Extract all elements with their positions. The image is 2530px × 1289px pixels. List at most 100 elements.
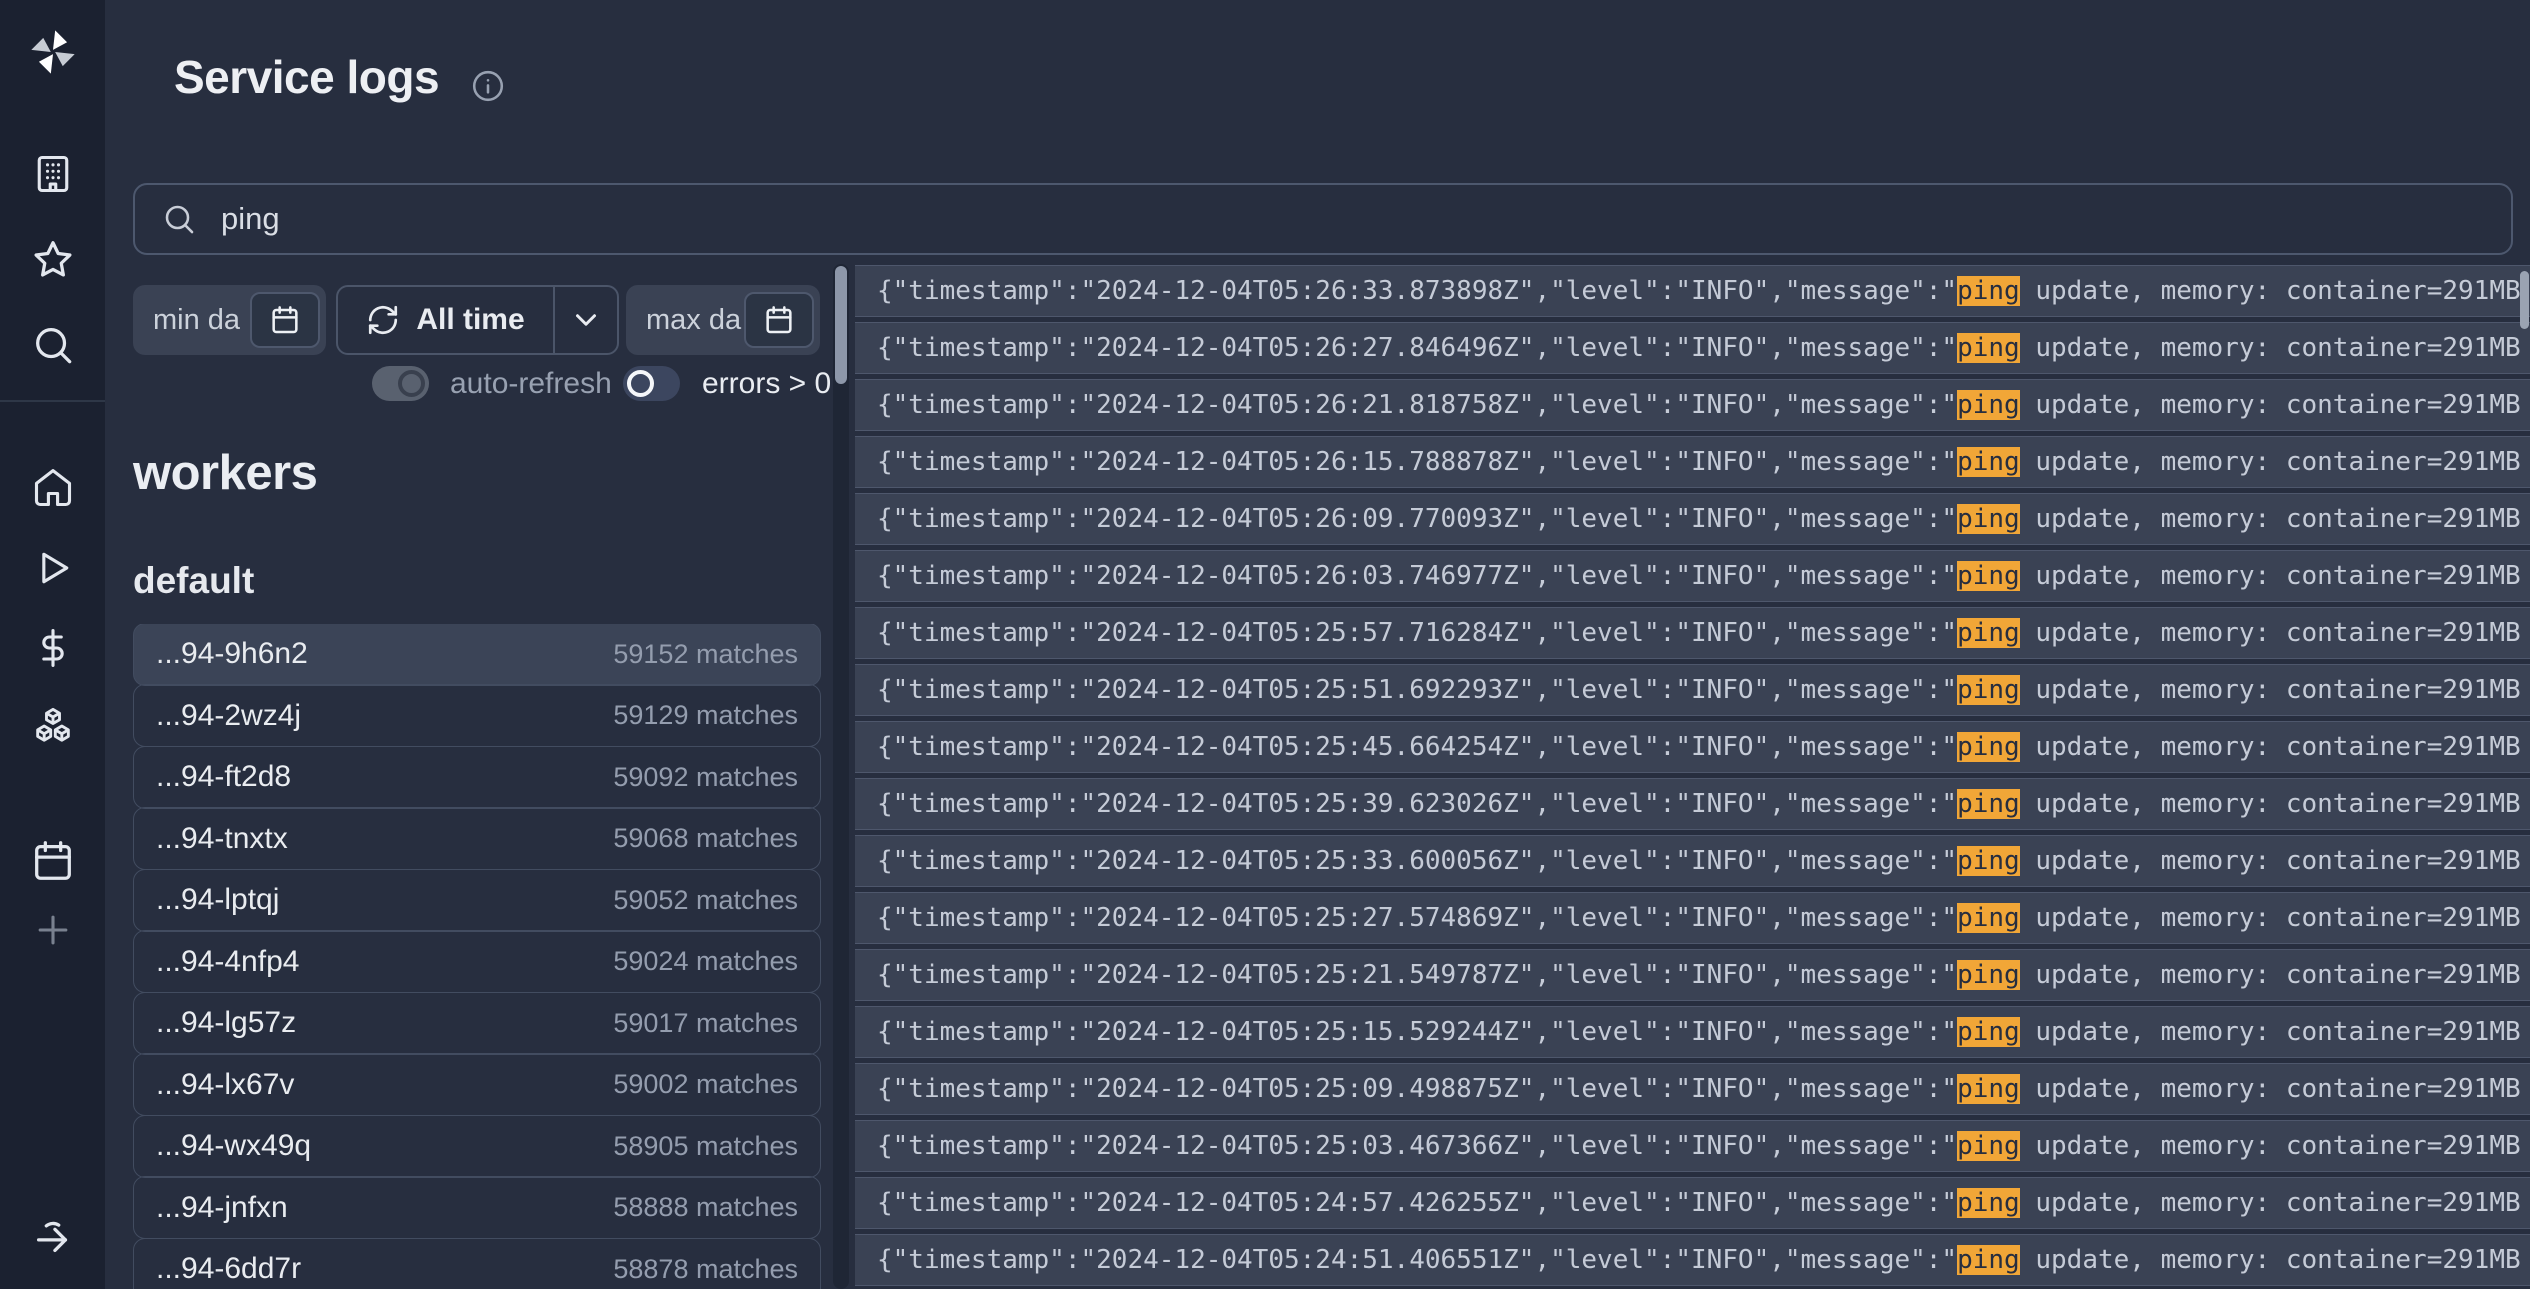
search-icon[interactable] [0,322,105,368]
add-plus-icon[interactable] [0,908,105,952]
runs-play-icon[interactable] [0,546,105,590]
worker-name: ...94-lg57z [156,1006,296,1040]
log-line-text: {"timestamp":"2024-12-04T05:25:15.529244… [877,1017,2521,1047]
log-line-text: {"timestamp":"2024-12-04T05:24:51.406551… [877,1245,2521,1275]
worker-row[interactable]: ...94-2wz4j59129 matches [133,684,821,747]
worker-row[interactable]: ...94-ft2d859092 matches [133,746,821,809]
worker-match-count: 59052 matches [613,885,798,916]
home-icon[interactable] [0,466,105,510]
log-line-text: {"timestamp":"2024-12-04T05:25:27.574869… [877,903,2521,933]
errors-toggle[interactable] [623,366,680,401]
info-icon[interactable] [470,68,506,104]
search-match-highlight: ping [1957,960,2020,990]
search-match-highlight: ping [1957,903,2020,933]
log-row[interactable]: {"timestamp":"2024-12-04T05:25:03.467366… [855,1120,2530,1172]
log-row[interactable]: {"timestamp":"2024-12-04T05:26:33.873898… [855,265,2530,317]
log-line-text: {"timestamp":"2024-12-04T05:25:03.467366… [877,1131,2521,1161]
search-match-highlight: ping [1957,1017,2020,1047]
worker-row[interactable]: ...94-4nfp4 59024 matches [133,930,821,993]
favorites-star-icon[interactable] [0,237,105,283]
log-row[interactable]: {"timestamp":"2024-12-04T05:25:51.692293… [855,664,2530,716]
worker-row[interactable]: ...94-jnfxn58888 matches [133,1176,821,1239]
expand-sidebar-arrow-icon[interactable] [0,1214,105,1260]
log-row[interactable]: {"timestamp":"2024-12-04T05:25:09.498875… [855,1063,2530,1115]
windmill-logo-icon[interactable] [0,26,105,78]
time-range-dropdown-button[interactable] [555,287,617,353]
worker-name: ...94-wx49q [156,1129,311,1163]
log-row[interactable]: {"timestamp":"2024-12-04T05:25:45.664254… [855,721,2530,773]
worker-row[interactable]: ...94-lx67v59002 matches [133,1053,821,1116]
worker-row[interactable]: ...94-wx49q 58905 matches [133,1115,821,1178]
log-row[interactable]: {"timestamp":"2024-12-04T05:25:57.716284… [855,607,2530,659]
min-date-input[interactable]: min da [133,285,326,355]
worker-name: ...94-4nfp4 [156,945,299,979]
window-scrollbar-thumb[interactable] [2520,271,2529,329]
max-date-calendar-button[interactable] [744,292,814,348]
log-scrollbar-thumb[interactable] [835,266,847,384]
worker-name: ...94-6dd7r [156,1252,301,1286]
worker-match-count: 58878 matches [613,1254,798,1285]
time-range-refresh-area[interactable]: All time [338,287,553,353]
min-date-placeholder: min da [153,285,240,355]
log-row[interactable]: {"timestamp":"2024-12-04T05:26:09.770093… [855,493,2530,545]
auto-refresh-label: auto-refresh [450,366,612,401]
errors-toggle-knob [627,370,654,397]
search-match-highlight: ping [1957,846,2020,876]
log-row[interactable]: {"timestamp":"2024-12-04T05:26:27.846496… [855,322,2530,374]
log-line-text: {"timestamp":"2024-12-04T05:26:03.746977… [877,561,2521,591]
search-input-icon [161,201,197,237]
worker-row[interactable]: ...94-9h6n2 59152 matches [133,624,821,686]
search-match-highlight: ping [1957,390,2020,420]
log-row[interactable]: {"timestamp":"2024-12-04T05:26:03.746977… [855,550,2530,602]
worker-row[interactable]: ...94-tnxtx59068 matches [133,807,821,870]
log-line-text: {"timestamp":"2024-12-04T05:25:39.623026… [877,789,2521,819]
schedules-calendar-icon[interactable] [0,838,105,884]
search-match-highlight: ping [1957,333,2020,363]
resources-boxes-icon[interactable] [0,704,105,750]
log-row[interactable]: {"timestamp":"2024-12-04T05:26:21.818758… [855,379,2530,431]
log-scrollbar-track[interactable] [833,264,849,1289]
calendar-icon [763,304,795,336]
log-line-text: {"timestamp":"2024-12-04T05:26:27.846496… [877,333,2521,363]
log-line-text: {"timestamp":"2024-12-04T05:25:21.549787… [877,960,2521,990]
usage-dollar-icon[interactable] [0,626,105,670]
worker-match-count: 59024 matches [613,946,798,977]
log-line-text: {"timestamp":"2024-12-04T05:26:09.770093… [877,504,2521,534]
auto-refresh-toggle[interactable] [372,366,429,401]
search-match-highlight: ping [1957,789,2020,819]
log-line-text: {"timestamp":"2024-12-04T05:25:51.692293… [877,675,2521,705]
workspace-building-icon[interactable] [0,152,105,196]
log-row[interactable]: {"timestamp":"2024-12-04T05:25:39.623026… [855,778,2530,830]
worker-match-count: 59068 matches [613,823,798,854]
min-date-calendar-button[interactable] [250,292,320,348]
worker-row[interactable]: ...94-lg57z 59017 matches [133,992,821,1055]
search-input[interactable] [219,200,2485,238]
log-row[interactable]: {"timestamp":"2024-12-04T05:25:21.549787… [855,949,2530,1001]
worker-name: ...94-9h6n2 [156,637,308,671]
sidebar-divider [0,400,105,402]
worker-name: ...94-ft2d8 [156,760,291,794]
search-match-highlight: ping [1957,1188,2020,1218]
worker-row[interactable]: ...94-6dd7r 58878 matches [133,1238,821,1289]
max-date-input[interactable]: max da [626,285,820,355]
worker-name: ...94-jnfxn [156,1191,288,1225]
worker-name: ...94-2wz4j [156,699,301,733]
log-row[interactable]: {"timestamp":"2024-12-04T05:25:27.574869… [855,892,2530,944]
log-list: {"timestamp":"2024-12-04T05:26:33.873898… [849,265,2530,1289]
log-row[interactable]: {"timestamp":"2024-12-04T05:25:33.600056… [855,835,2530,887]
worker-match-count: 59017 matches [613,1008,798,1039]
log-row[interactable]: {"timestamp":"2024-12-04T05:24:57.426255… [855,1177,2530,1229]
log-row[interactable]: {"timestamp":"2024-12-04T05:25:15.529244… [855,1006,2530,1058]
log-row[interactable]: {"timestamp":"2024-12-04T05:24:51.406551… [855,1234,2530,1286]
log-row[interactable]: {"timestamp":"2024-12-04T05:26:15.788878… [855,436,2530,488]
time-range-button: All time [336,285,619,355]
search-match-highlight: ping [1957,504,2020,534]
worker-match-count: 59152 matches [613,639,798,670]
worker-row[interactable]: ...94-lptqj 59052 matches [133,869,821,932]
worker-list: ...94-9h6n2 59152 matches ...94-2wz4j59129… [133,624,821,1289]
errors-label: errors > 0 [702,366,831,401]
calendar-icon [269,304,301,336]
search-match-highlight: ping [1957,561,2020,591]
worker-name: ...94-lptqj [156,883,279,917]
worker-match-count: 58905 matches [613,1131,798,1162]
